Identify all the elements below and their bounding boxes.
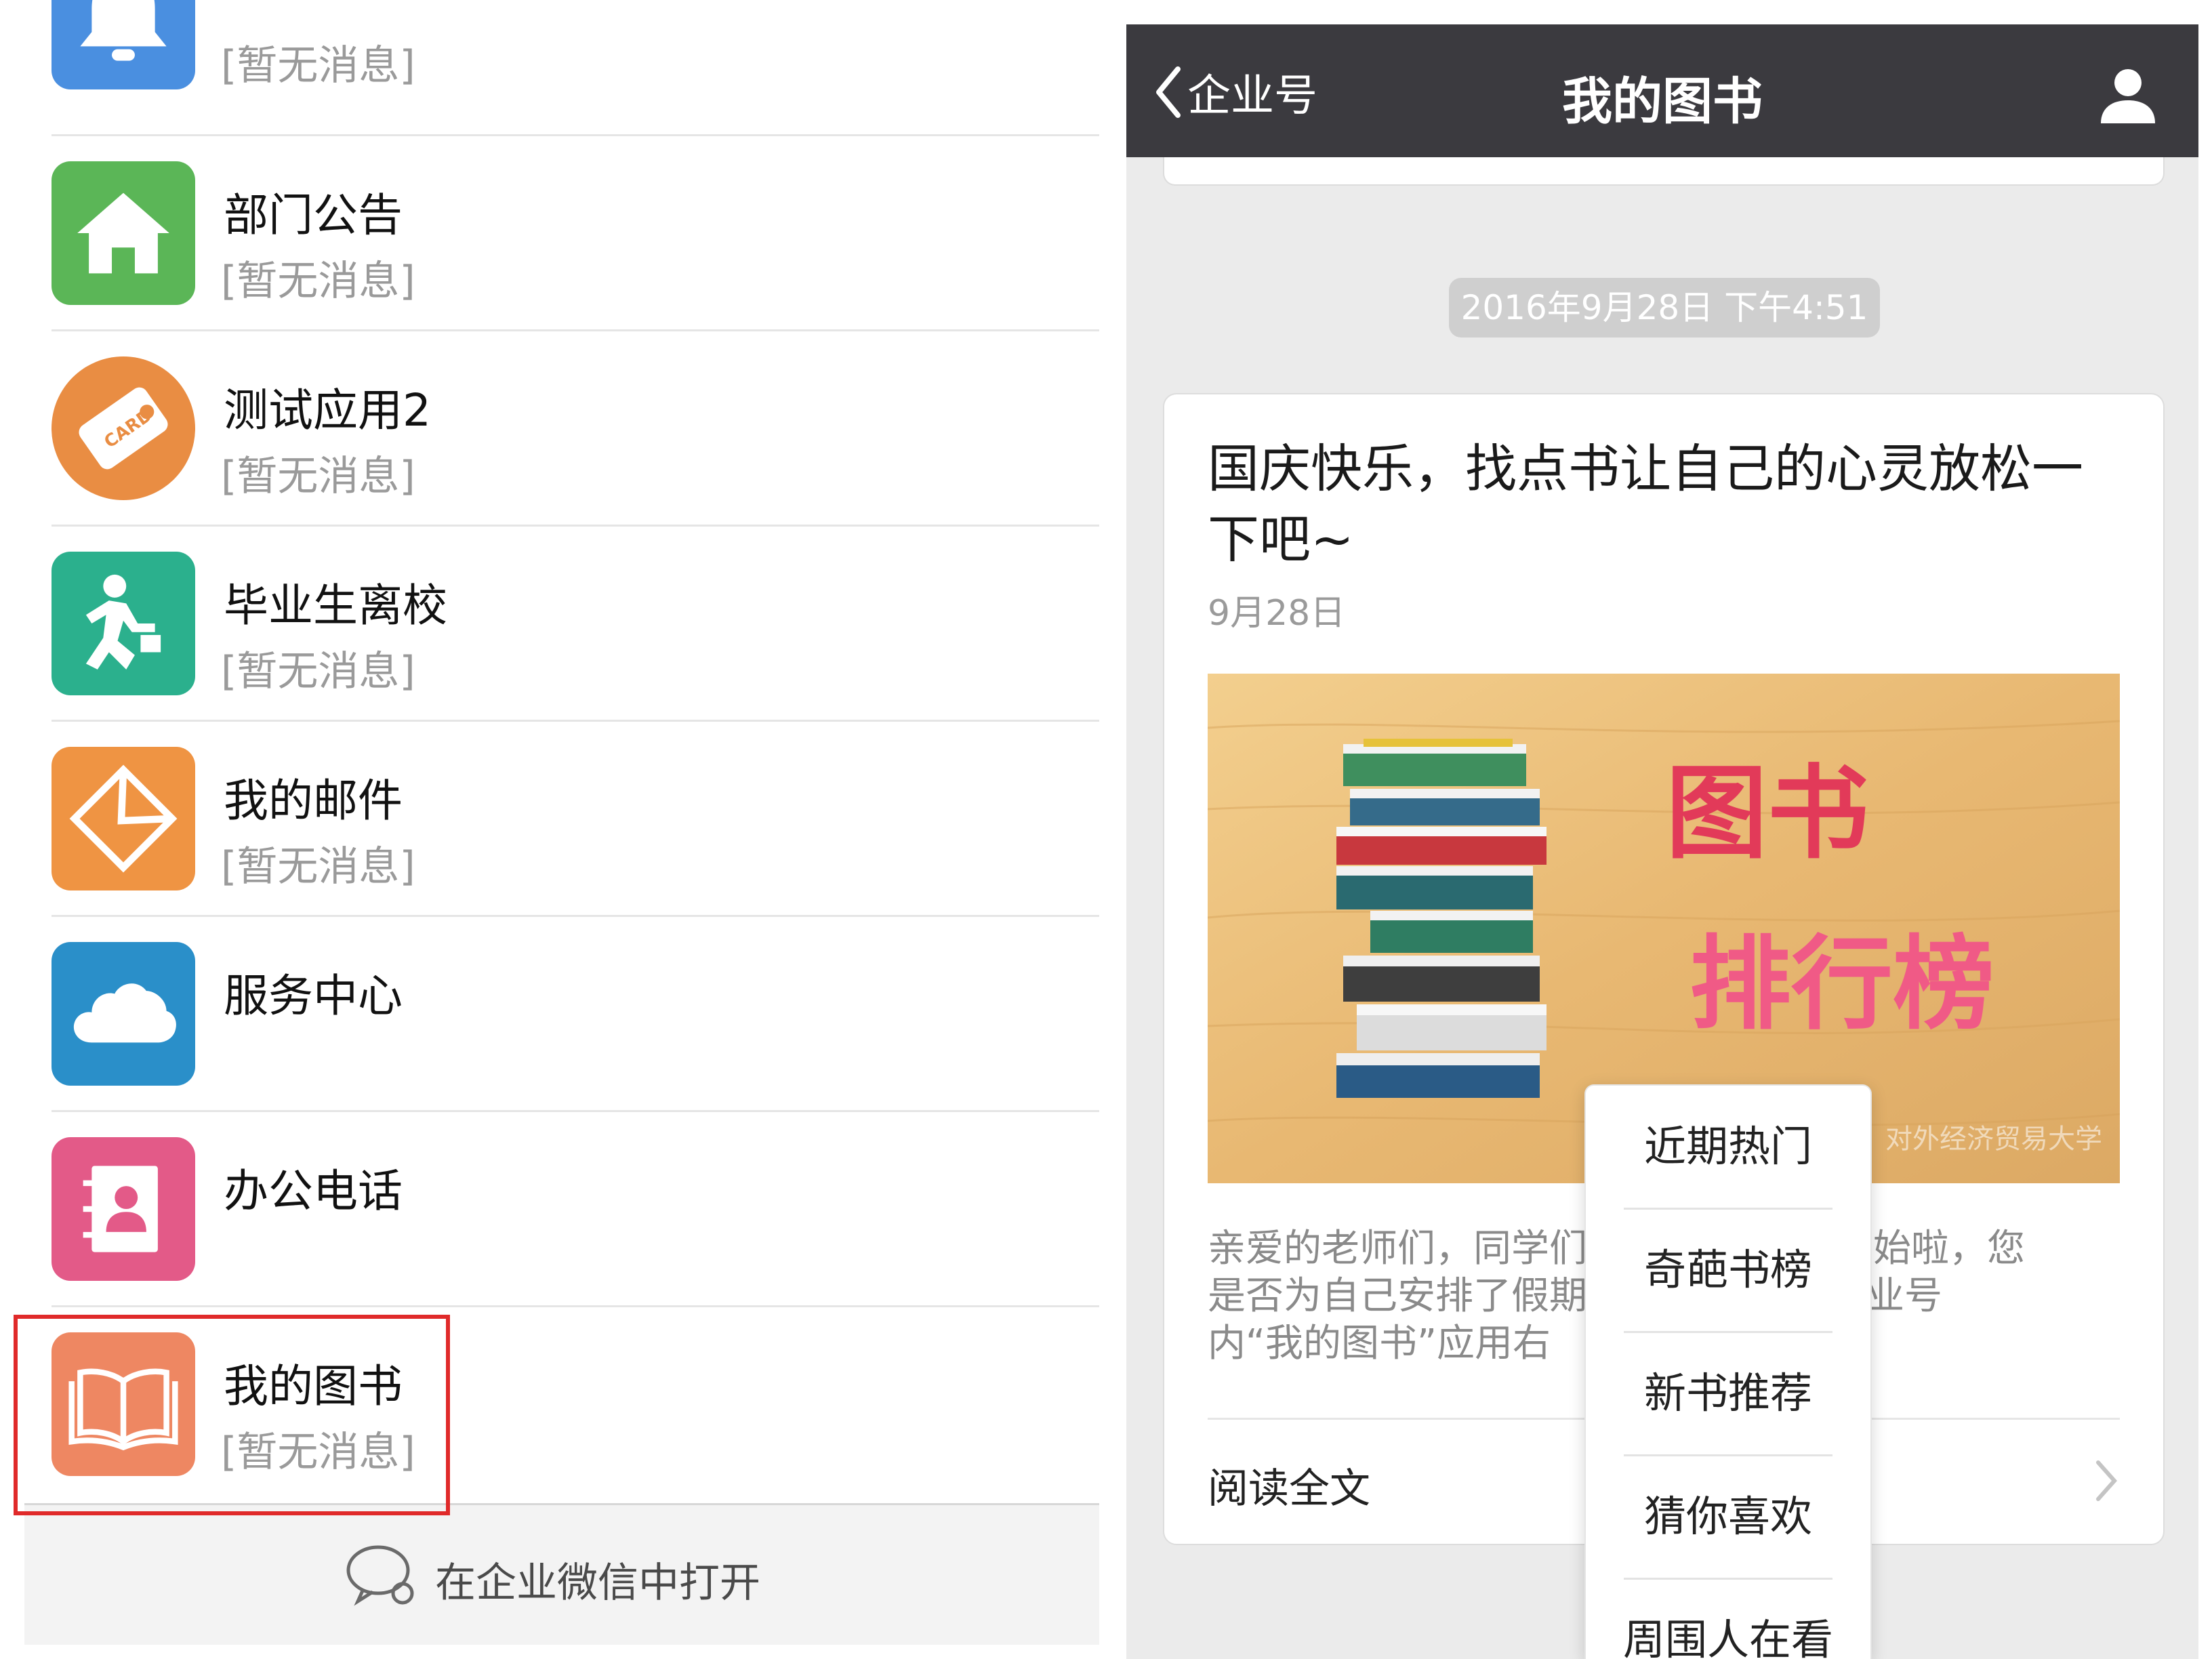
house-icon <box>52 161 195 305</box>
list-item-notice[interactable]: [暂无消息] <box>0 0 1111 108</box>
excerpt-line: 内“我的图书”应用右 <box>1208 1322 1551 1366</box>
list-item-graduate-leave[interactable]: 毕业生离校 [暂无消息] <box>0 519 1111 714</box>
mail-icon <box>52 747 195 890</box>
list-item-my-mail[interactable]: 我的邮件 [暂无消息] <box>0 714 1111 909</box>
excerpt-line: 是否为自己安排了假期 <box>1208 1274 1587 1318</box>
app-status: [暂无消息] <box>221 453 415 500</box>
menu-item-guess-you-like[interactable]: 猜你喜欢 <box>1586 1456 1870 1578</box>
menu-item-people-nearby-reading[interactable]: 周围人在看 <box>1586 1579 1870 1659</box>
app-status: [暂无消息] <box>221 843 415 890</box>
chat-panel: 企业号 我的图书 2016年9月28日 下午4:51 国庆快乐，找点书让自己的心… <box>1126 24 2198 1659</box>
app-name: 部门公告 <box>224 189 403 241</box>
app-status: [暂无消息] <box>221 648 415 695</box>
chat-bubbles-icon <box>343 1539 423 1610</box>
list-item-office-phone[interactable]: 办公电话 <box>0 1105 1111 1300</box>
app-name: 服务中心 <box>224 970 403 1022</box>
app-name: 我的邮件 <box>224 775 403 827</box>
open-in-wecom-label: 在企业微信中打开 <box>435 1559 760 1607</box>
list-item-test-app[interactable]: CARD 测试应用2 [暂无消息] <box>0 324 1111 519</box>
app-name: 毕业生离校 <box>224 579 447 632</box>
list-item-department-notice[interactable]: 部门公告 [暂无消息] <box>0 129 1111 324</box>
cover-watermark: 对外经济贸易大学 <box>1885 1124 2102 1155</box>
cover-title-line2: 排行榜 <box>1689 926 1994 1044</box>
menu-item-recent-hot[interactable]: 近期热门 <box>1586 1086 1870 1208</box>
app-status: [暂无消息] <box>221 42 415 89</box>
menu-item-weird-books[interactable]: 奇葩书榜 <box>1586 1209 1870 1331</box>
cover-title-line1: 图书 <box>1666 754 1869 873</box>
card-icon: CARD <box>52 356 195 500</box>
message-timestamp: 2016年9月28日 下午4:51 <box>1449 278 1880 337</box>
app-name: 办公电话 <box>224 1165 403 1217</box>
app-list-panel: [暂无消息] 部门公告 [暂无消息] CARD 测试应用2 [暂无消息] 毕业生… <box>0 0 1111 1659</box>
excerpt-line: 亲爱的老师们，同学们 <box>1208 1227 1587 1271</box>
selection-highlight-box <box>14 1315 450 1515</box>
menu-item-new-books[interactable]: 新书推荐 <box>1586 1332 1870 1454</box>
cloud-icon <box>52 942 195 1086</box>
app-name: 测试应用2 <box>224 384 431 436</box>
article-date: 9月28日 <box>1208 593 1346 634</box>
article-title: 国庆快乐，找点书让自己的心灵放松一下吧~ <box>1208 438 2083 569</box>
open-in-wecom-button[interactable]: 在企业微信中打开 <box>24 1503 1099 1645</box>
app-status: [暂无消息] <box>221 258 415 305</box>
read-full-text-link[interactable]: 阅读全文 <box>1208 1456 1370 1515</box>
contacts-book-icon <box>52 1137 195 1281</box>
nav-bar: 企业号 我的图书 <box>1126 24 2198 157</box>
person-icon[interactable] <box>2097 66 2159 125</box>
page-title: 我的图书 <box>1562 73 1763 131</box>
running-man-icon <box>52 552 195 695</box>
chevron-right-icon <box>2093 1457 2120 1504</box>
list-item-service-center[interactable]: 服务中心 <box>0 909 1111 1105</box>
bell-icon <box>52 0 195 89</box>
popup-menu: 近期热门 奇葩书榜 新书推荐 猜你喜欢 周围人在看 <box>1584 1084 1872 1659</box>
